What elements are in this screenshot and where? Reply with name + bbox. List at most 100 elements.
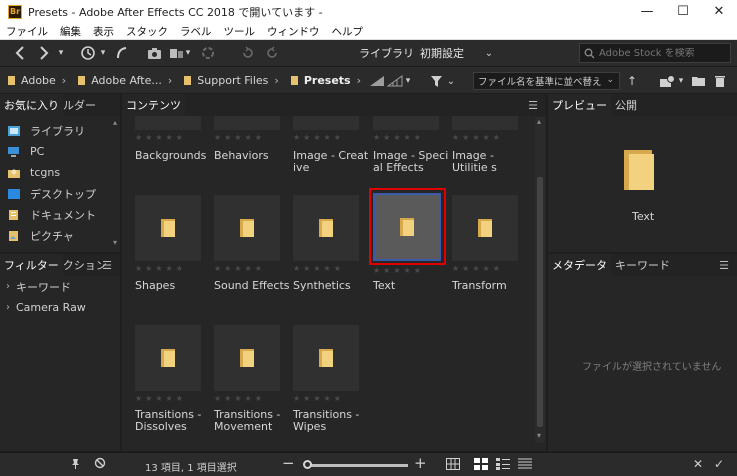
tab-metadata[interactable]: メタデータ <box>548 254 611 276</box>
zoom-in-icon[interactable]: + <box>414 454 427 472</box>
stock-search[interactable] <box>579 43 731 63</box>
menu-help[interactable]: ヘルプ <box>326 24 370 39</box>
cancel-icon[interactable]: ✕ <box>693 457 703 471</box>
rating-dropdown-icon[interactable]: ▾ <box>403 69 413 93</box>
panel-menu-icon[interactable]: ☰ <box>102 259 112 272</box>
refine-dropdown-icon[interactable]: ▾ <box>183 41 193 65</box>
thumbnail-size-slider[interactable] <box>304 464 408 467</box>
tab-content[interactable]: コンテンツ <box>122 94 185 116</box>
pin-icon[interactable] <box>70 458 81 473</box>
open-recent-dropdown-icon[interactable]: ▾ <box>676 69 686 93</box>
maximize-button[interactable]: ☐ <box>665 0 701 23</box>
rating-stars[interactable]: ★★★★★ <box>135 264 186 273</box>
content-scrollbar[interactable]: ▴ ▾ <box>535 117 545 443</box>
close-button[interactable]: ✕ <box>701 0 737 23</box>
item-label[interactable]: Image - Speci al Effects <box>373 150 451 174</box>
view-details-icon[interactable] <box>496 458 510 473</box>
confirm-icon[interactable]: ✓ <box>714 457 724 471</box>
favorite-pictures[interactable]: ピクチャ <box>0 225 120 246</box>
panel-menu-icon[interactable]: ☰ <box>719 259 729 272</box>
favorite-documents[interactable]: ドキュメント <box>0 204 120 225</box>
view-thumbnails-icon[interactable] <box>474 458 488 473</box>
menu-window[interactable]: ウィンドウ <box>261 24 326 39</box>
favorite-pc[interactable]: PC <box>0 141 120 162</box>
item-thumbnail[interactable] <box>214 195 280 261</box>
item-label[interactable]: Transitions - Movement <box>214 409 292 433</box>
item-label[interactable]: Shapes <box>135 280 213 292</box>
item-thumbnail[interactable] <box>214 325 280 391</box>
item-thumbnail[interactable] <box>135 116 201 130</box>
search-input[interactable] <box>599 47 724 59</box>
favorite-library[interactable]: ライブラリ <box>0 120 120 141</box>
recent-icon[interactable] <box>78 41 98 65</box>
open-recent-icon[interactable] <box>658 69 676 93</box>
breadcrumb-support-files[interactable]: Support Files <box>178 74 268 87</box>
menu-edit[interactable]: 編集 <box>54 24 87 39</box>
rating-stars[interactable]: ★★★★★ <box>135 133 186 142</box>
item-label[interactable]: Synthetics <box>293 280 371 292</box>
scrollbar-thumb[interactable] <box>537 177 543 427</box>
item-label[interactable]: Image - Utilitie s <box>452 150 530 174</box>
slider-handle[interactable] <box>303 460 312 469</box>
camera-icon[interactable] <box>146 41 162 65</box>
item-thumbnail[interactable] <box>293 195 359 261</box>
favorite-desktop[interactable]: デスクトップ <box>0 183 120 204</box>
filter-camera-raw[interactable]: › Camera Raw <box>0 297 120 318</box>
breadcrumb-after-effects[interactable]: Adobe Afte... <box>72 74 162 87</box>
trash-icon[interactable] <box>712 69 728 93</box>
rating-stars[interactable]: ★★★★★ <box>214 394 265 403</box>
back-icon[interactable] <box>12 41 28 65</box>
scroll-down-icon[interactable]: ▾ <box>113 238 117 247</box>
item-thumbnail[interactable] <box>135 195 201 261</box>
sync-icon[interactable] <box>200 41 216 65</box>
rating-stars[interactable]: ★★★★★ <box>293 394 344 403</box>
item-label[interactable]: Text <box>373 280 451 292</box>
menu-label[interactable]: ラベル <box>174 24 218 39</box>
tab-filter[interactable]: フィルター <box>0 254 63 276</box>
menu-file[interactable]: ファイル <box>0 24 54 39</box>
rating-stars[interactable]: ★★★★★ <box>214 133 265 142</box>
breadcrumb-adobe[interactable]: Adobe <box>2 74 56 87</box>
rating-stars[interactable]: ★★★★★ <box>373 133 424 142</box>
item-label[interactable]: Image - Creat ive <box>293 150 371 174</box>
item-thumbnail[interactable] <box>293 325 359 391</box>
item-thumbnail-selected[interactable] <box>373 193 441 261</box>
rating-stars[interactable]: ★★★★★ <box>373 266 424 275</box>
view-list-icon[interactable] <box>518 458 532 473</box>
zoom-out-icon[interactable]: − <box>282 454 295 472</box>
item-label[interactable]: Transform <box>452 280 530 292</box>
filter-dropdown-icon[interactable]: ⌄ <box>444 69 458 93</box>
item-label[interactable]: Transitions - Wipes <box>293 409 371 433</box>
sort-select[interactable]: ファイル名を基準に並べ替え ⌄ <box>473 72 620 90</box>
rating-stars[interactable]: ★★★★★ <box>452 133 503 142</box>
item-thumbnail[interactable] <box>452 116 518 130</box>
tab-publish[interactable]: 公開 <box>611 94 641 116</box>
item-label[interactable]: Transitions - Dissolves <box>135 409 213 433</box>
scroll-up-icon[interactable]: ▴ <box>113 118 117 127</box>
workspace-library-tab[interactable]: ライブラリ <box>359 45 414 61</box>
rating-stars[interactable]: ★★★★★ <box>293 133 344 142</box>
rotate-left-icon[interactable] <box>240 41 256 65</box>
quality-icon[interactable] <box>368 69 386 93</box>
sort-ascending-icon[interactable]: ↑ <box>626 69 638 93</box>
recent-dropdown-icon[interactable]: ▾ <box>98 41 108 65</box>
favorite-tcgns[interactable]: tcgns <box>0 162 120 183</box>
block-icon[interactable] <box>94 457 106 472</box>
item-label[interactable]: Sound Effects <box>214 280 292 292</box>
rating-stars[interactable]: ★★★★★ <box>452 264 503 273</box>
scroll-down-icon[interactable]: ▾ <box>537 431 541 440</box>
forward-icon[interactable] <box>36 41 52 65</box>
rating-stars[interactable]: ★★★★★ <box>214 264 265 273</box>
menu-tools[interactable]: ツール <box>218 24 262 39</box>
item-thumbnail[interactable] <box>293 116 359 130</box>
minimize-button[interactable]: — <box>629 0 665 23</box>
rating-stars[interactable]: ★★★★★ <box>293 264 344 273</box>
rating-filter-icon[interactable] <box>386 69 404 93</box>
menu-view[interactable]: 表示 <box>87 24 120 39</box>
tab-folders[interactable]: ルダー <box>63 94 100 116</box>
workspace-default-tab[interactable]: 初期設定 <box>420 45 464 61</box>
history-dropdown-icon[interactable]: ▾ <box>56 41 66 65</box>
filter-keyword[interactable]: › キーワード <box>0 276 120 297</box>
breadcrumb-presets[interactable]: Presets <box>285 74 351 87</box>
item-label[interactable]: Backgrounds <box>135 150 213 162</box>
